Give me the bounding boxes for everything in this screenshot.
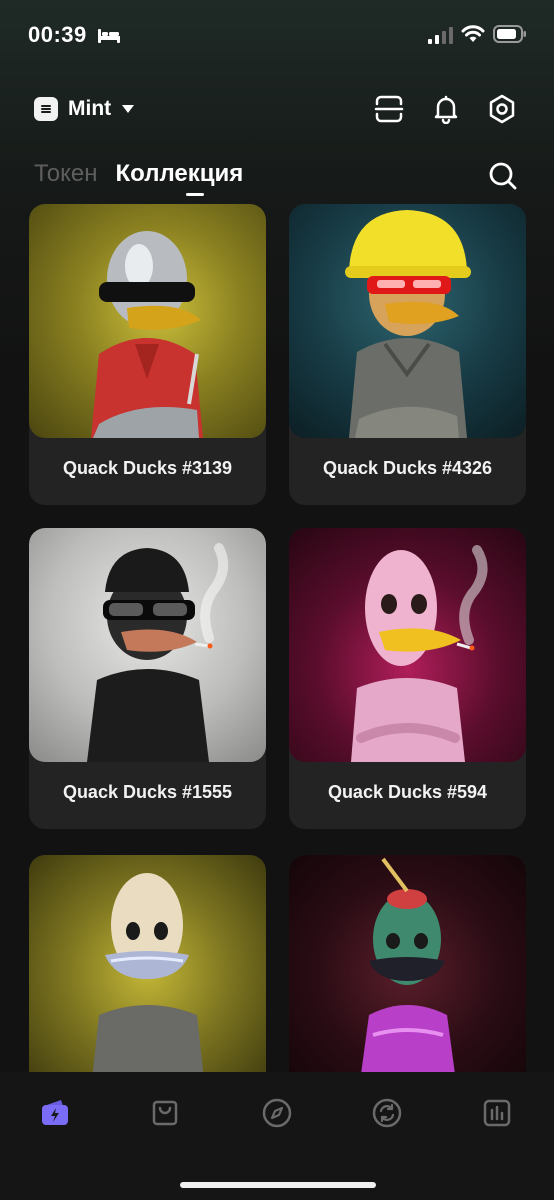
wallet-logo-icon [34, 97, 58, 121]
nft-card[interactable]: Quack Ducks #1555 [29, 528, 266, 829]
scan-button[interactable] [371, 91, 407, 127]
compass-icon [262, 1098, 292, 1128]
shopping-bag-icon [152, 1100, 178, 1126]
nft-image [289, 855, 526, 1089]
nav-swap[interactable] [370, 1096, 404, 1130]
nft-card[interactable]: Quack Ducks #594 [289, 528, 526, 829]
nav-activity[interactable] [480, 1096, 514, 1130]
nft-card[interactable]: Quack Ducks #3139 [29, 204, 266, 505]
nft-title: Quack Ducks #3139 [62, 457, 233, 478]
tab-bar: Токен Коллекция [34, 160, 261, 200]
cellular-signal-icon [428, 27, 453, 44]
battery-icon [493, 25, 526, 43]
bell-icon [434, 95, 458, 124]
wallet-icon [42, 1100, 68, 1125]
wallet-selector[interactable]: Mint [34, 92, 135, 126]
search-button[interactable] [487, 160, 519, 192]
chevron-down-icon [122, 105, 135, 113]
home-indicator[interactable] [180, 1182, 376, 1188]
status-time: 00:39 [28, 22, 87, 47]
tab-collection[interactable]: Коллекция [116, 160, 244, 200]
tab-token[interactable]: Токен [34, 160, 98, 200]
settings-button[interactable] [484, 91, 520, 127]
bottom-nav [0, 1072, 554, 1200]
nft-image [289, 528, 526, 762]
wifi-icon [461, 25, 485, 42]
settings-icon [489, 94, 515, 124]
nft-image [29, 855, 266, 1089]
screen: 00:39 Mint Токен Коллекция Quack Ducks #… [0, 0, 554, 1200]
wallet-name: Mint [68, 97, 112, 120]
nft-title: Quack Ducks #594 [327, 781, 488, 802]
nft-image [29, 204, 266, 438]
nft-card[interactable]: Quack Ducks #4326 [289, 204, 526, 505]
status-bar: 00:39 [0, 0, 554, 72]
nav-marketplace[interactable] [148, 1096, 182, 1130]
nft-image [29, 528, 266, 762]
chart-icon [483, 1099, 511, 1127]
header: Mint [0, 84, 554, 134]
search-icon [489, 162, 517, 190]
nft-title: Quack Ducks #1555 [62, 781, 233, 802]
nav-discover[interactable] [260, 1096, 294, 1130]
bed-icon [98, 29, 120, 43]
nft-image [289, 204, 526, 438]
notifications-button[interactable] [428, 91, 464, 127]
scan-icon [374, 95, 404, 123]
nav-wallet[interactable] [38, 1096, 72, 1130]
swap-icon [372, 1098, 402, 1128]
nft-title: Quack Ducks #4326 [322, 457, 493, 478]
active-tab-indicator [186, 193, 204, 196]
